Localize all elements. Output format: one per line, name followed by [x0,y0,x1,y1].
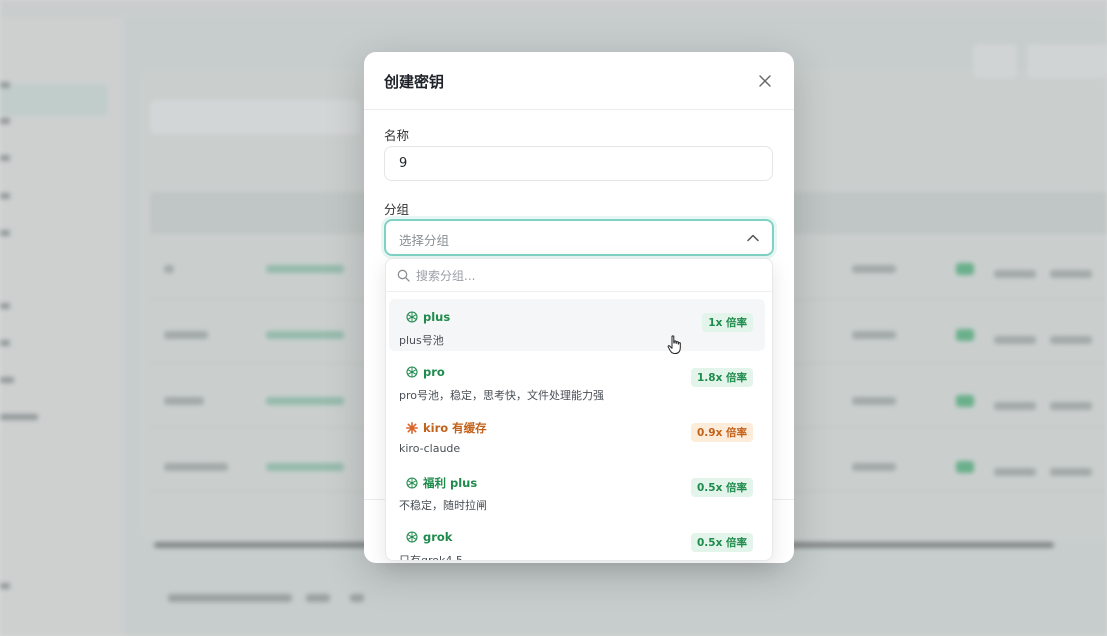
group-option-grok[interactable]: grok 只有grok4.5 0.5x 倍率 [389,519,765,561]
group-option-pro[interactable]: pro pro号池，稳定，思考快，文件处理能力强 1.8x 倍率 [389,354,765,406]
group-search [386,259,772,292]
rate-badge: 1x 倍率 [702,313,753,332]
close-button[interactable] [754,70,776,92]
option-name: pro [423,365,445,379]
option-name: kiro 有缓存 [423,421,487,435]
name-label: 名称 [384,128,410,143]
openai-icon [406,531,418,543]
option-description: kiro-claude [399,442,461,455]
group-dropdown: plus plus号池 1x 倍率 pro pro号池，稳定，思考快，文件处理能… [385,258,773,561]
rate-badge: 0.5x 倍率 [690,533,753,552]
name-input[interactable] [384,146,773,181]
search-icon [397,269,410,282]
option-description: pro号池，稳定，思考快，文件处理能力强 [399,389,604,402]
close-icon [759,75,771,87]
option-name: 福利 plus [423,476,478,490]
group-search-input[interactable] [416,265,756,286]
openai-icon [406,311,418,323]
group-select-placeholder: 选择分组 [399,233,450,248]
option-description: 不稳定，随时拉闸 [399,499,487,512]
hand-cursor-icon [667,335,681,354]
rate-badge: 0.9x 倍率 [690,423,753,442]
option-description: 只有grok4.5 [399,554,463,561]
openai-icon [406,366,418,378]
option-name: plus [423,310,451,324]
openai-icon [406,477,418,489]
group-option-plus[interactable]: plus plus号池 1x 倍率 [389,299,765,351]
option-name: grok [423,530,453,544]
claude-icon [406,422,418,434]
group-option-kiro[interactable]: kiro 有缓存 kiro-claude 0.9x 倍率 [389,409,765,461]
group-label: 分组 [384,202,410,217]
modal-header: 创建密钥 [364,52,794,110]
option-description: plus号池 [399,334,444,347]
rate-badge: 1.8x 倍率 [690,368,753,387]
group-option-welfare-plus[interactable]: 福利 plus 不稳定，随时拉闸 0.5x 倍率 [389,464,765,516]
rate-badge: 0.5x 倍率 [690,478,753,497]
chevron-up-icon [747,234,759,242]
group-select[interactable]: 选择分组 [384,219,774,256]
modal-title: 创建密钥 [384,73,445,91]
